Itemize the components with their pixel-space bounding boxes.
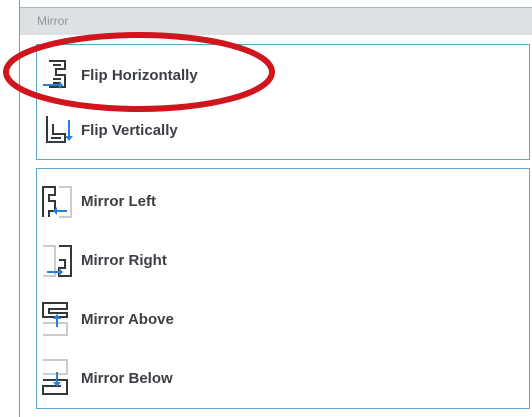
- mirror-panel: Mirror Flip Horizontally Flip Vertically: [19, 0, 532, 417]
- flip-horizontal-icon: [43, 60, 66, 89]
- flip-vertically-label: Flip Vertically: [81, 121, 178, 139]
- mirror-below-button[interactable]: Mirror Below: [39, 356, 339, 400]
- mirror-group: Mirror Left Mirror Right Mirror Above Mi…: [36, 168, 530, 409]
- flip-vertical-icon: [46, 116, 73, 143]
- mirror-below-icon: [42, 359, 68, 395]
- mirror-above-button[interactable]: Mirror Above: [39, 297, 339, 341]
- mirror-left-button[interactable]: Mirror Left: [39, 179, 339, 223]
- panel-header: Mirror: [20, 7, 532, 35]
- mirror-left-label: Mirror Left: [81, 192, 156, 210]
- flip-group: Flip Horizontally Flip Vertically: [36, 44, 530, 160]
- mirror-right-icon: [43, 245, 72, 277]
- mirror-right-label: Mirror Right: [81, 251, 167, 269]
- panel-title: Mirror: [37, 14, 69, 28]
- mirror-above-icon: [42, 302, 68, 336]
- flip-horizontally-label: Flip Horizontally: [81, 66, 198, 84]
- flip-vertically-button[interactable]: Flip Vertically: [39, 108, 339, 152]
- flip-horizontally-button[interactable]: Flip Horizontally: [39, 53, 339, 97]
- mirror-below-label: Mirror Below: [81, 369, 173, 387]
- mirror-right-button[interactable]: Mirror Right: [39, 238, 339, 282]
- mirror-left-icon: [42, 186, 72, 218]
- mirror-above-label: Mirror Above: [81, 310, 174, 328]
